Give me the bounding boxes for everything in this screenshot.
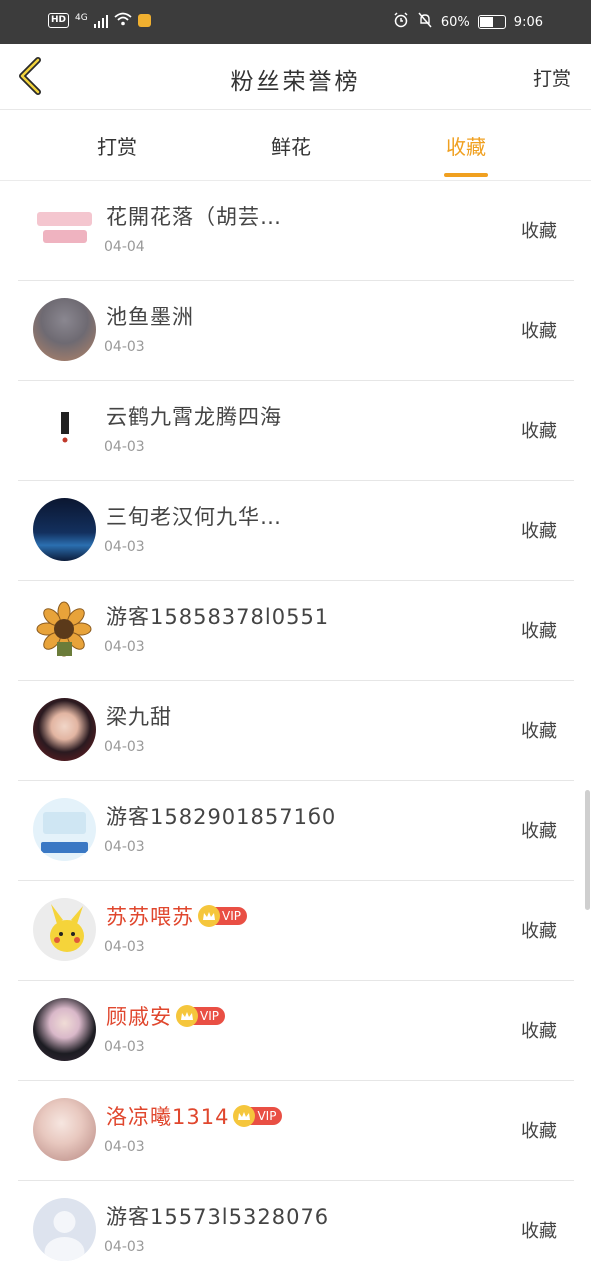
list-item[interactable]: 苏苏喂苏 VIP 04-03 收藏 bbox=[18, 881, 574, 981]
fan-action: 收藏 bbox=[521, 521, 557, 542]
fan-name: 苏苏喂苏 VIP bbox=[106, 901, 247, 931]
tab-label: 收藏 bbox=[446, 135, 486, 159]
mute-bell-icon bbox=[417, 12, 433, 32]
list-item[interactable]: 洛凉曦1314 VIP 04-03 收藏 bbox=[18, 1081, 574, 1181]
list-item[interactable]: 游客15829018571б0 04-03 收藏 bbox=[18, 781, 574, 881]
page-title: 粉丝荣誉榜 bbox=[230, 69, 361, 95]
tab-label: 打赏 bbox=[97, 135, 137, 159]
pikachu-avatar bbox=[33, 898, 96, 961]
fan-date: 04-03 bbox=[104, 739, 145, 755]
tab-underline bbox=[444, 173, 488, 177]
tab-reward[interactable]: 打赏 bbox=[97, 131, 137, 177]
fan-name: 洛凉曦1314 VIP bbox=[106, 1101, 283, 1131]
text-logo-avatar bbox=[33, 198, 96, 261]
sunflower-avatar bbox=[33, 598, 96, 661]
fan-date: 04-03 bbox=[104, 1139, 145, 1155]
tab-bar: 打赏 鲜花 收藏 bbox=[0, 111, 591, 181]
fan-date: 04-03 bbox=[104, 939, 145, 955]
fan-name: 游客15858378l0551 bbox=[106, 605, 330, 629]
list-item[interactable]: 顾戚安 VIP 04-03 收藏 bbox=[18, 981, 574, 1081]
list-item[interactable]: 池鱼墨洲 04-03 收藏 bbox=[18, 281, 574, 381]
fan-date: 04-03 bbox=[104, 1039, 145, 1055]
fan-name: 云鹤九霄龙腾四海 bbox=[106, 405, 282, 429]
reward-button[interactable]: 打赏 bbox=[533, 64, 571, 91]
portrait-avatar bbox=[33, 698, 96, 761]
list-item[interactable]: 花開花落（胡芸… 04-04 收藏 bbox=[18, 181, 574, 281]
battery-icon bbox=[477, 15, 506, 29]
scrollbar[interactable] bbox=[585, 790, 590, 910]
night-sky-avatar bbox=[33, 498, 96, 561]
fan-action: 收藏 bbox=[521, 321, 557, 342]
wifi-icon bbox=[114, 12, 132, 29]
battery-percent: 60% bbox=[440, 14, 470, 30]
fan-action: 收藏 bbox=[521, 1221, 557, 1242]
default-user-avatar bbox=[33, 1198, 96, 1261]
fan-action: 收藏 bbox=[521, 721, 557, 742]
fan-date: 04-03 bbox=[104, 539, 145, 555]
costume-avatar bbox=[33, 998, 96, 1061]
alarm-icon bbox=[393, 12, 409, 32]
fan-action: 收藏 bbox=[521, 1021, 557, 1042]
fan-action: 收藏 bbox=[521, 421, 557, 442]
app-notification-icon bbox=[137, 14, 151, 27]
signal-icon bbox=[93, 14, 108, 28]
list-item[interactable]: 游客15858378l0551 04-03 收藏 bbox=[18, 581, 574, 681]
fan-action: 收藏 bbox=[521, 821, 557, 842]
status-left: HD 4G bbox=[48, 12, 151, 29]
tab-favorites[interactable]: 收藏 bbox=[444, 131, 488, 177]
girl-avatar bbox=[33, 1098, 96, 1161]
fan-name: 游客15573l5328076 bbox=[106, 1205, 330, 1229]
clock: 9:06 bbox=[513, 14, 543, 30]
dusk-sky-avatar bbox=[33, 298, 96, 361]
study-note-avatar bbox=[33, 798, 96, 861]
fan-action: 收藏 bbox=[521, 221, 557, 242]
fan-list: 花開花落（胡芸… 04-04 收藏 池鱼墨洲 04-03 收藏 云鹤九霄龙腾四海… bbox=[0, 181, 591, 1280]
fan-name: 梁九甜 bbox=[106, 705, 172, 729]
list-item[interactable]: 梁九甜 04-03 收藏 bbox=[18, 681, 574, 781]
crown-icon bbox=[198, 905, 220, 927]
fan-action: 收藏 bbox=[521, 921, 557, 942]
list-item[interactable]: 三旬老汉何九华… 04-03 收藏 bbox=[18, 481, 574, 581]
status-bar: HD 4G 60% 9:06 bbox=[0, 0, 591, 44]
fan-date: 04-03 bbox=[104, 1239, 145, 1255]
fan-name: 顾戚安 VIP bbox=[106, 1001, 225, 1031]
tab-label: 鲜花 bbox=[271, 135, 311, 159]
fan-date: 04-03 bbox=[104, 339, 145, 355]
fan-date: 04-03 bbox=[104, 439, 145, 455]
book-cover-avatar bbox=[33, 398, 96, 461]
fan-name: 池鱼墨洲 bbox=[106, 305, 194, 329]
fan-date: 04-03 bbox=[104, 639, 145, 655]
status-right: 60% 9:06 bbox=[393, 12, 543, 32]
fan-name: 游客15829018571б0 bbox=[106, 805, 337, 829]
list-item[interactable]: 云鹤九霄龙腾四海 04-03 收藏 bbox=[18, 381, 574, 481]
crown-icon bbox=[176, 1005, 198, 1027]
fan-action: 收藏 bbox=[521, 621, 557, 642]
fan-name: 花開花落（胡芸… bbox=[106, 205, 282, 229]
tab-flowers[interactable]: 鲜花 bbox=[271, 131, 311, 177]
fan-date: 04-04 bbox=[104, 239, 145, 255]
fan-name: 三旬老汉何九华… bbox=[106, 505, 282, 529]
list-item[interactable]: 游客15573l5328076 04-03 收藏 bbox=[18, 1181, 574, 1280]
hd-indicator: HD bbox=[48, 13, 70, 28]
network-type: 4G bbox=[75, 12, 88, 23]
fan-action: 收藏 bbox=[521, 1121, 557, 1142]
fan-date: 04-03 bbox=[104, 839, 145, 855]
header: 粉丝荣誉榜 打赏 bbox=[0, 44, 591, 110]
